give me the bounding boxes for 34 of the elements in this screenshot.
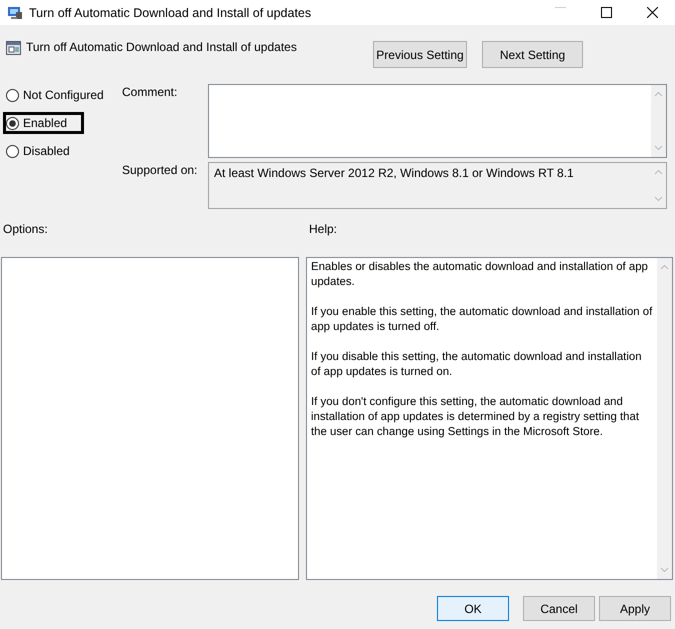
scroll-down-icon[interactable] [654,145,663,151]
options-label: Options: [3,222,49,238]
scroll-up-icon[interactable] [654,91,663,97]
radio-icon[interactable] [6,144,19,158]
maximize-icon[interactable] [600,7,612,18]
radio-option[interactable]: Disabled [3,140,87,162]
radio-option[interactable]: Enabled [3,112,84,134]
setting-title: Turn off Automatic Download and Install of updates [26,40,298,54]
previous-setting-button[interactable]: Previous Setting [373,41,467,68]
apply-button[interactable]: Apply [599,596,671,621]
comment-field[interactable] [208,84,667,158]
policy-icon [6,41,21,55]
next-setting-button[interactable]: Next Setting [482,41,583,68]
help-paragraph: If you don't configure this setting, the automatic download and installation of app updates is determined by a registry setting that the user can change using Settings in the Microsoft Store. [311,395,640,440]
cancel-button[interactable]: Cancel [523,596,595,621]
radio-icon[interactable] [6,116,19,130]
supported-label: Supported on: [122,162,198,179]
scroll-down-icon[interactable] [654,196,663,202]
help-paragraph: If you enable this setting, the automatic download and installation of app updates is turned off. [311,305,653,335]
close-icon[interactable] [646,7,658,18]
radio-icon[interactable] [6,88,19,102]
help-paragraph: If you disable this setting, the automatic download and installation of app updates is turned on. [311,350,643,380]
comment-label: Comment: [122,84,178,101]
supported-on-text: At least Windows Server 2012 R2, Windows 8.1 or Windows RT 8.1 [214,166,574,180]
window-title: Turn off Automatic Download and Install of updates [29,6,312,20]
app-icon [7,6,23,20]
minimize-icon[interactable] [554,7,566,8]
scroll-down-icon[interactable] [660,567,669,573]
radio-option[interactable]: Not Configured [3,84,121,106]
help-paragraph: Enables or disables the automatic download and installation of app updates. [311,260,649,290]
ok-button[interactable]: OK [437,596,509,621]
scroll-up-icon[interactable] [660,264,669,270]
scroll-up-icon[interactable] [654,169,663,175]
help-label: Help: [309,222,338,238]
